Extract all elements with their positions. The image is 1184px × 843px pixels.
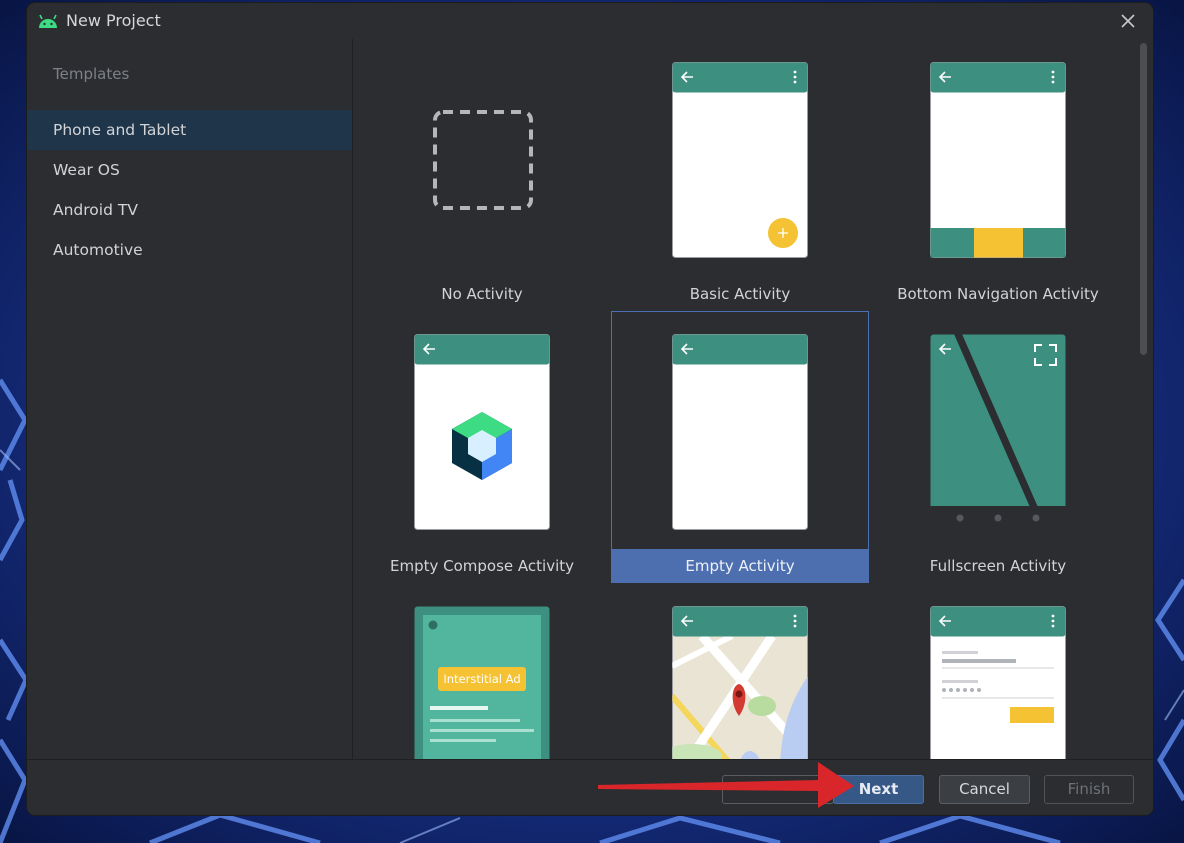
- new-project-dialog: New Project Templates Phone and Tablet W…: [27, 3, 1153, 815]
- dialog-footer: Previous Next Cancel Finish: [27, 759, 1153, 815]
- template-label: Fullscreen Activity: [929, 557, 1067, 575]
- title-bar: New Project: [27, 3, 1153, 39]
- sidebar-item-automotive[interactable]: Automotive: [27, 230, 352, 270]
- template-no-activity[interactable]: No Activity: [353, 39, 611, 311]
- bottom-navigation-thumbnail: [930, 62, 1066, 258]
- next-button[interactable]: Next: [833, 775, 924, 804]
- sidebar-item-phone-and-tablet[interactable]: Phone and Tablet: [27, 110, 352, 150]
- close-icon[interactable]: [1117, 10, 1139, 32]
- template-category-sidebar: Templates Phone and Tablet Wear OS Andro…: [27, 39, 353, 759]
- template-gallery: No Activity Basic Activity Bottom Naviga…: [353, 39, 1137, 759]
- template-label: Empty Compose Activity: [389, 557, 574, 575]
- templates-header: Templates: [53, 65, 130, 83]
- android-icon: [39, 14, 57, 28]
- dialog-title: New Project: [66, 11, 161, 30]
- interstitial-ad-thumbnail: Interstitial Ad: [414, 606, 550, 759]
- sidebar-item-android-tv[interactable]: Android TV: [27, 190, 352, 230]
- template-label: Basic Activity: [689, 285, 791, 303]
- template-label: Empty Activity: [611, 549, 869, 583]
- login-activity-thumbnail: [930, 606, 1066, 759]
- basic-activity-thumbnail: [672, 62, 808, 258]
- google-maps-thumbnail: [672, 606, 808, 759]
- template-empty-activity[interactable]: Empty Activity: [611, 311, 869, 583]
- fullscreen-activity-thumbnail: [930, 334, 1066, 530]
- template-interstitial-ad[interactable]: Interstitial Ad: [353, 583, 611, 759]
- gallery-scrollbar[interactable]: [1140, 43, 1147, 355]
- template-fullscreen-activity[interactable]: Fullscreen Activity: [869, 311, 1127, 583]
- finish-button[interactable]: Finish: [1044, 775, 1134, 804]
- sidebar-item-wear-os[interactable]: Wear OS: [27, 150, 352, 190]
- no-activity-thumbnail: [433, 110, 533, 210]
- template-basic-activity[interactable]: Basic Activity: [611, 39, 869, 311]
- template-empty-compose-activity[interactable]: Empty Compose Activity: [353, 311, 611, 583]
- template-google-maps-activity[interactable]: [611, 583, 869, 759]
- template-login-activity[interactable]: [869, 583, 1127, 759]
- interstitial-ad-label: Interstitial Ad: [443, 672, 520, 686]
- template-bottom-navigation-activity[interactable]: Bottom Navigation Activity: [869, 39, 1127, 311]
- cancel-button[interactable]: Cancel: [939, 775, 1030, 804]
- previous-button[interactable]: Previous: [722, 775, 834, 804]
- empty-activity-thumbnail: [672, 334, 808, 530]
- empty-compose-thumbnail: [414, 334, 550, 530]
- template-label: Bottom Navigation Activity: [897, 285, 1099, 303]
- template-label: No Activity: [441, 285, 523, 303]
